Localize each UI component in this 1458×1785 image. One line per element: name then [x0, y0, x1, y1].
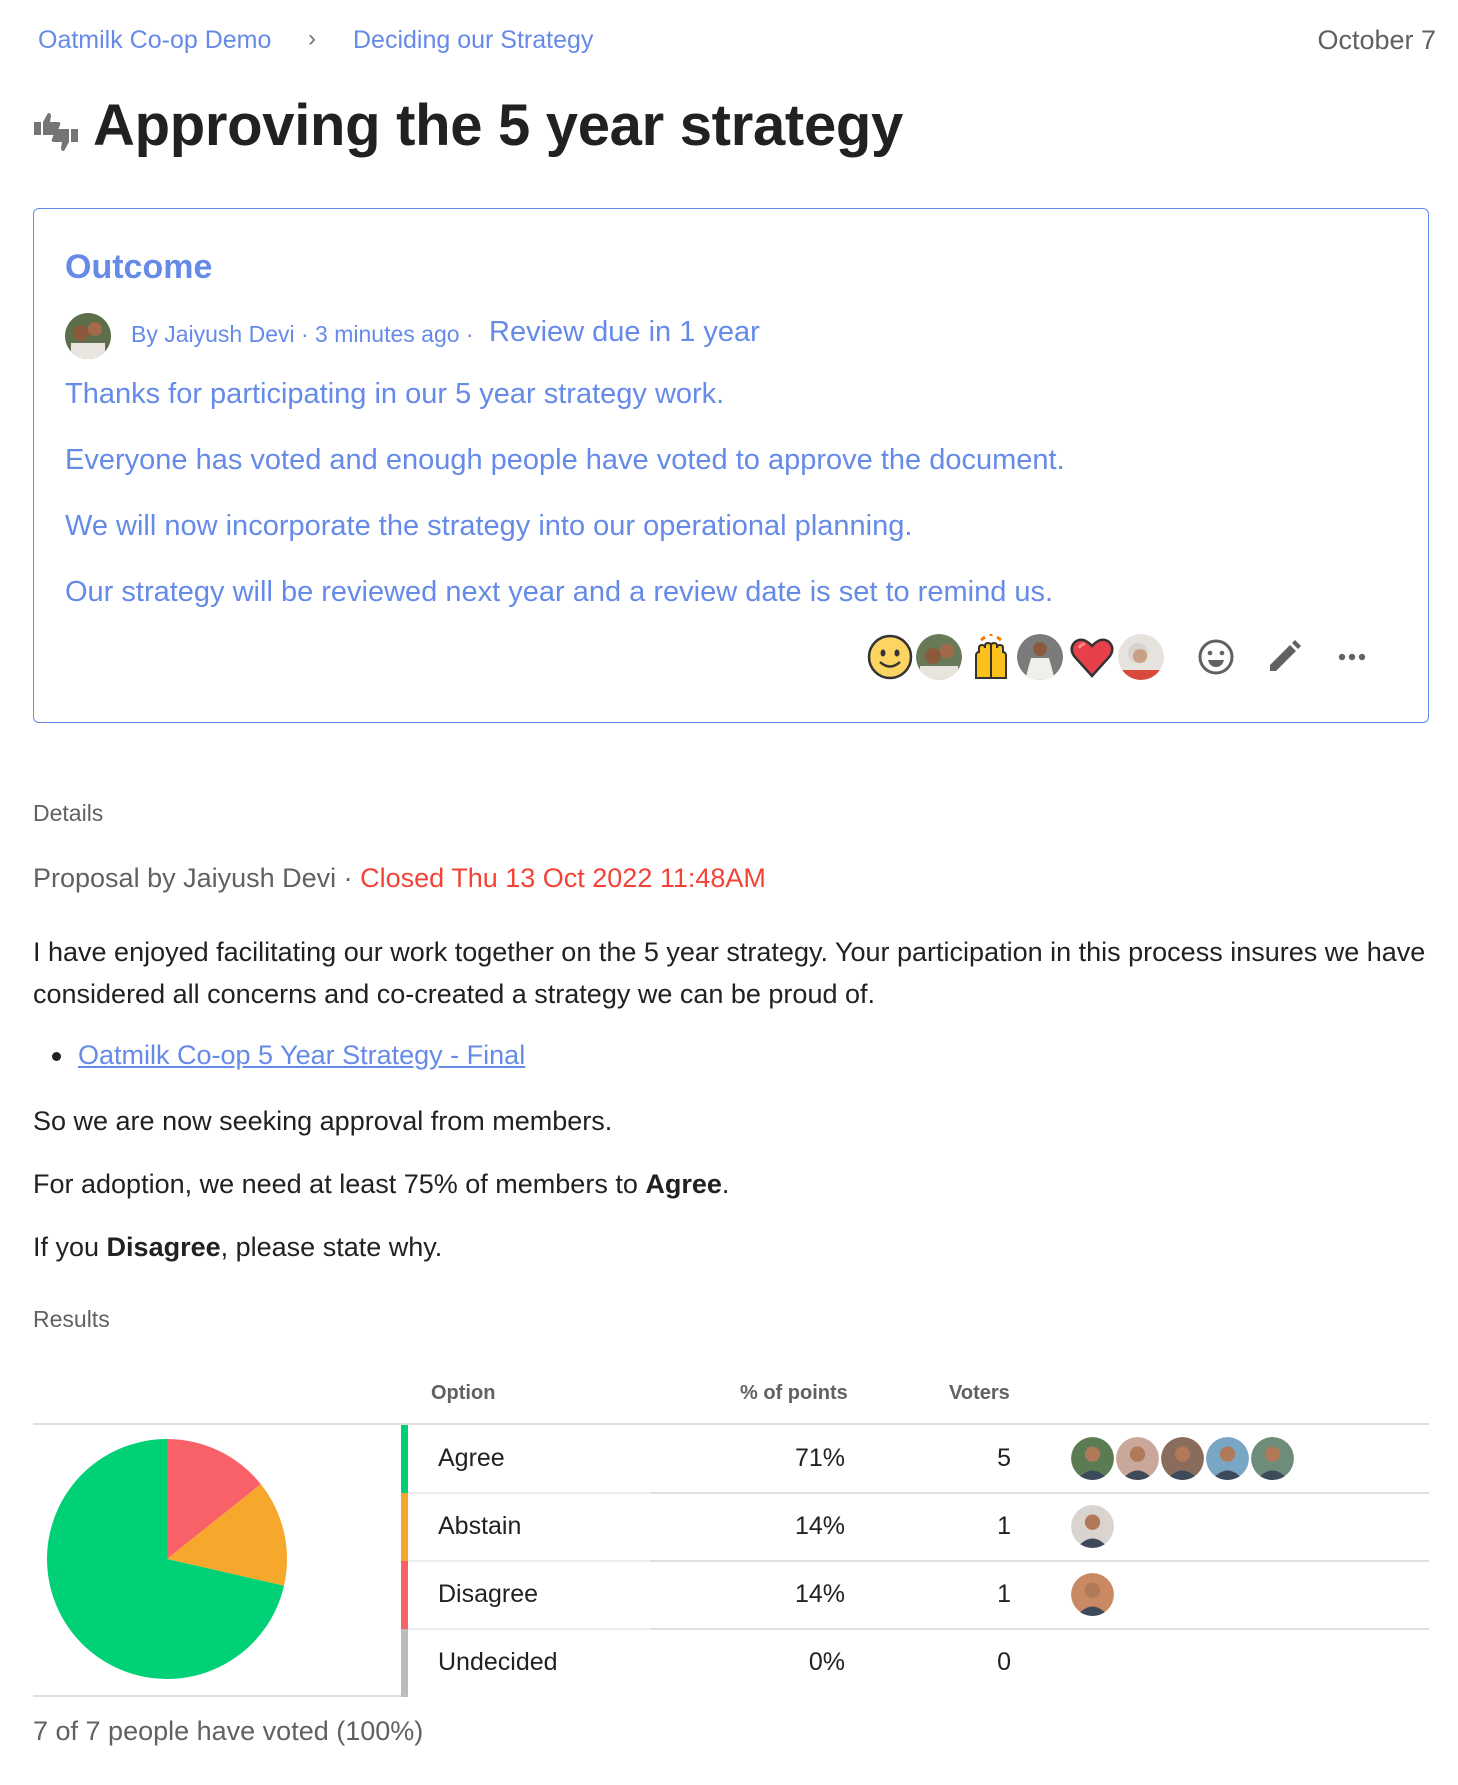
voter-avatar[interactable]: [1160, 1436, 1205, 1481]
results-label: Results: [33, 1306, 110, 1332]
row-divider: [650, 1628, 1429, 1630]
reaction-user-avatar[interactable]: [1118, 634, 1164, 680]
strategy-document-link[interactable]: Oatmilk Co-op 5 Year Strategy - Final: [78, 1040, 525, 1071]
option-name: Abstain: [438, 1512, 522, 1540]
voter-avatar[interactable]: [1250, 1436, 1295, 1481]
outcome-line: Our strategy will be reviewed next year …: [65, 576, 1054, 608]
red-heart-icon[interactable]: [1069, 634, 1115, 680]
option-name: Disagree: [438, 1580, 539, 1608]
thumbs-up-down-icon: [34, 113, 78, 151]
page-title: Approving the 5 year strategy: [93, 93, 903, 158]
option-voter-count: 1: [997, 1512, 1011, 1540]
row-divider: [408, 1560, 650, 1562]
outcome-line: Thanks for participating in our 5 year s…: [65, 378, 725, 410]
edit-pencil-icon[interactable]: [1262, 635, 1306, 679]
list-bullet: [52, 1052, 61, 1061]
proposal-meta: Proposal by Jaiyush Devi · Closed Thu 13…: [33, 863, 766, 894]
option-percent: 14%: [794, 1580, 845, 1608]
voter-avatar[interactable]: [1205, 1436, 1250, 1481]
option-voter-avatars: [1070, 1436, 1295, 1481]
breadcrumb-group-link[interactable]: Oatmilk Co-op Demo: [38, 26, 271, 55]
review-due[interactable]: Review due in 1 year: [489, 316, 760, 349]
proposal-paragraph: For adoption, we need at least 75% of me…: [33, 1169, 730, 1199]
option-color-bar: [401, 1425, 408, 1493]
option-voter-count: 1: [997, 1580, 1011, 1608]
voter-avatar[interactable]: [1070, 1504, 1115, 1549]
thread-date: October 7: [1317, 25, 1436, 55]
raising-hands-icon[interactable]: [968, 634, 1014, 680]
results-pie-chart: [47, 1439, 287, 1679]
closed-timestamp: Closed Thu 13 Oct 2022 11:48AM: [360, 863, 766, 893]
option-percent: 14%: [794, 1512, 845, 1540]
option-color-bar: [401, 1493, 408, 1561]
column-header-percent: % of points: [740, 1382, 848, 1404]
outcome-heading: Outcome: [65, 248, 213, 286]
breadcrumb-thread-link[interactable]: Deciding our Strategy: [353, 26, 593, 55]
option-voter-count: 5: [997, 1444, 1011, 1472]
reactions-bar: [867, 633, 1374, 681]
pie-bottom-divider: [33, 1695, 403, 1697]
option-percent: 71%: [794, 1444, 845, 1472]
row-divider: [408, 1492, 650, 1494]
voter-avatar[interactable]: [1070, 1572, 1115, 1617]
row-divider: [650, 1560, 1429, 1562]
row-divider: [650, 1492, 1429, 1494]
option-voter-count: 0: [997, 1648, 1011, 1676]
outcome-byline: By Jaiyush Devi · 3 minutes ago ·: [131, 321, 474, 347]
proposal-author: Proposal by Jaiyush Devi ·: [33, 863, 353, 893]
proposal-description: I have enjoyed facilitating our work tog…: [33, 937, 1426, 1009]
breadcrumb-chevron-icon: ›: [308, 25, 316, 52]
proposal-paragraph: So we are now seeking approval from memb…: [33, 1106, 613, 1136]
outcome-line: We will now incorporate the strategy int…: [65, 510, 913, 542]
option-name: Undecided: [438, 1648, 558, 1676]
option-name: Agree: [438, 1444, 505, 1472]
voter-avatar[interactable]: [1115, 1436, 1160, 1481]
option-percent: 0%: [808, 1648, 845, 1676]
author-avatar[interactable]: [65, 313, 111, 359]
option-color-bar: [401, 1629, 408, 1697]
outcome-line: Everyone has voted and enough people hav…: [65, 444, 1065, 476]
slightly-smiling-face-icon[interactable]: [867, 634, 913, 680]
details-label: Details: [33, 800, 104, 826]
reaction-user-avatar[interactable]: [1017, 634, 1063, 680]
more-options-icon[interactable]: [1330, 635, 1374, 679]
vote-count-summary: 7 of 7 people have voted (100%): [33, 1716, 424, 1746]
option-voter-avatars: [1070, 1572, 1115, 1617]
option-voter-avatars: [1070, 1504, 1115, 1549]
add-reaction-icon[interactable]: [1194, 635, 1238, 679]
row-divider: [408, 1628, 650, 1630]
column-header-option: Option: [431, 1382, 496, 1404]
option-color-bar: [401, 1561, 408, 1629]
proposal-paragraph: If you Disagree, please state why.: [33, 1232, 443, 1262]
voter-avatar[interactable]: [1070, 1436, 1115, 1481]
reaction-user-avatar[interactable]: [916, 634, 962, 680]
column-header-voters: Voters: [949, 1382, 1010, 1404]
